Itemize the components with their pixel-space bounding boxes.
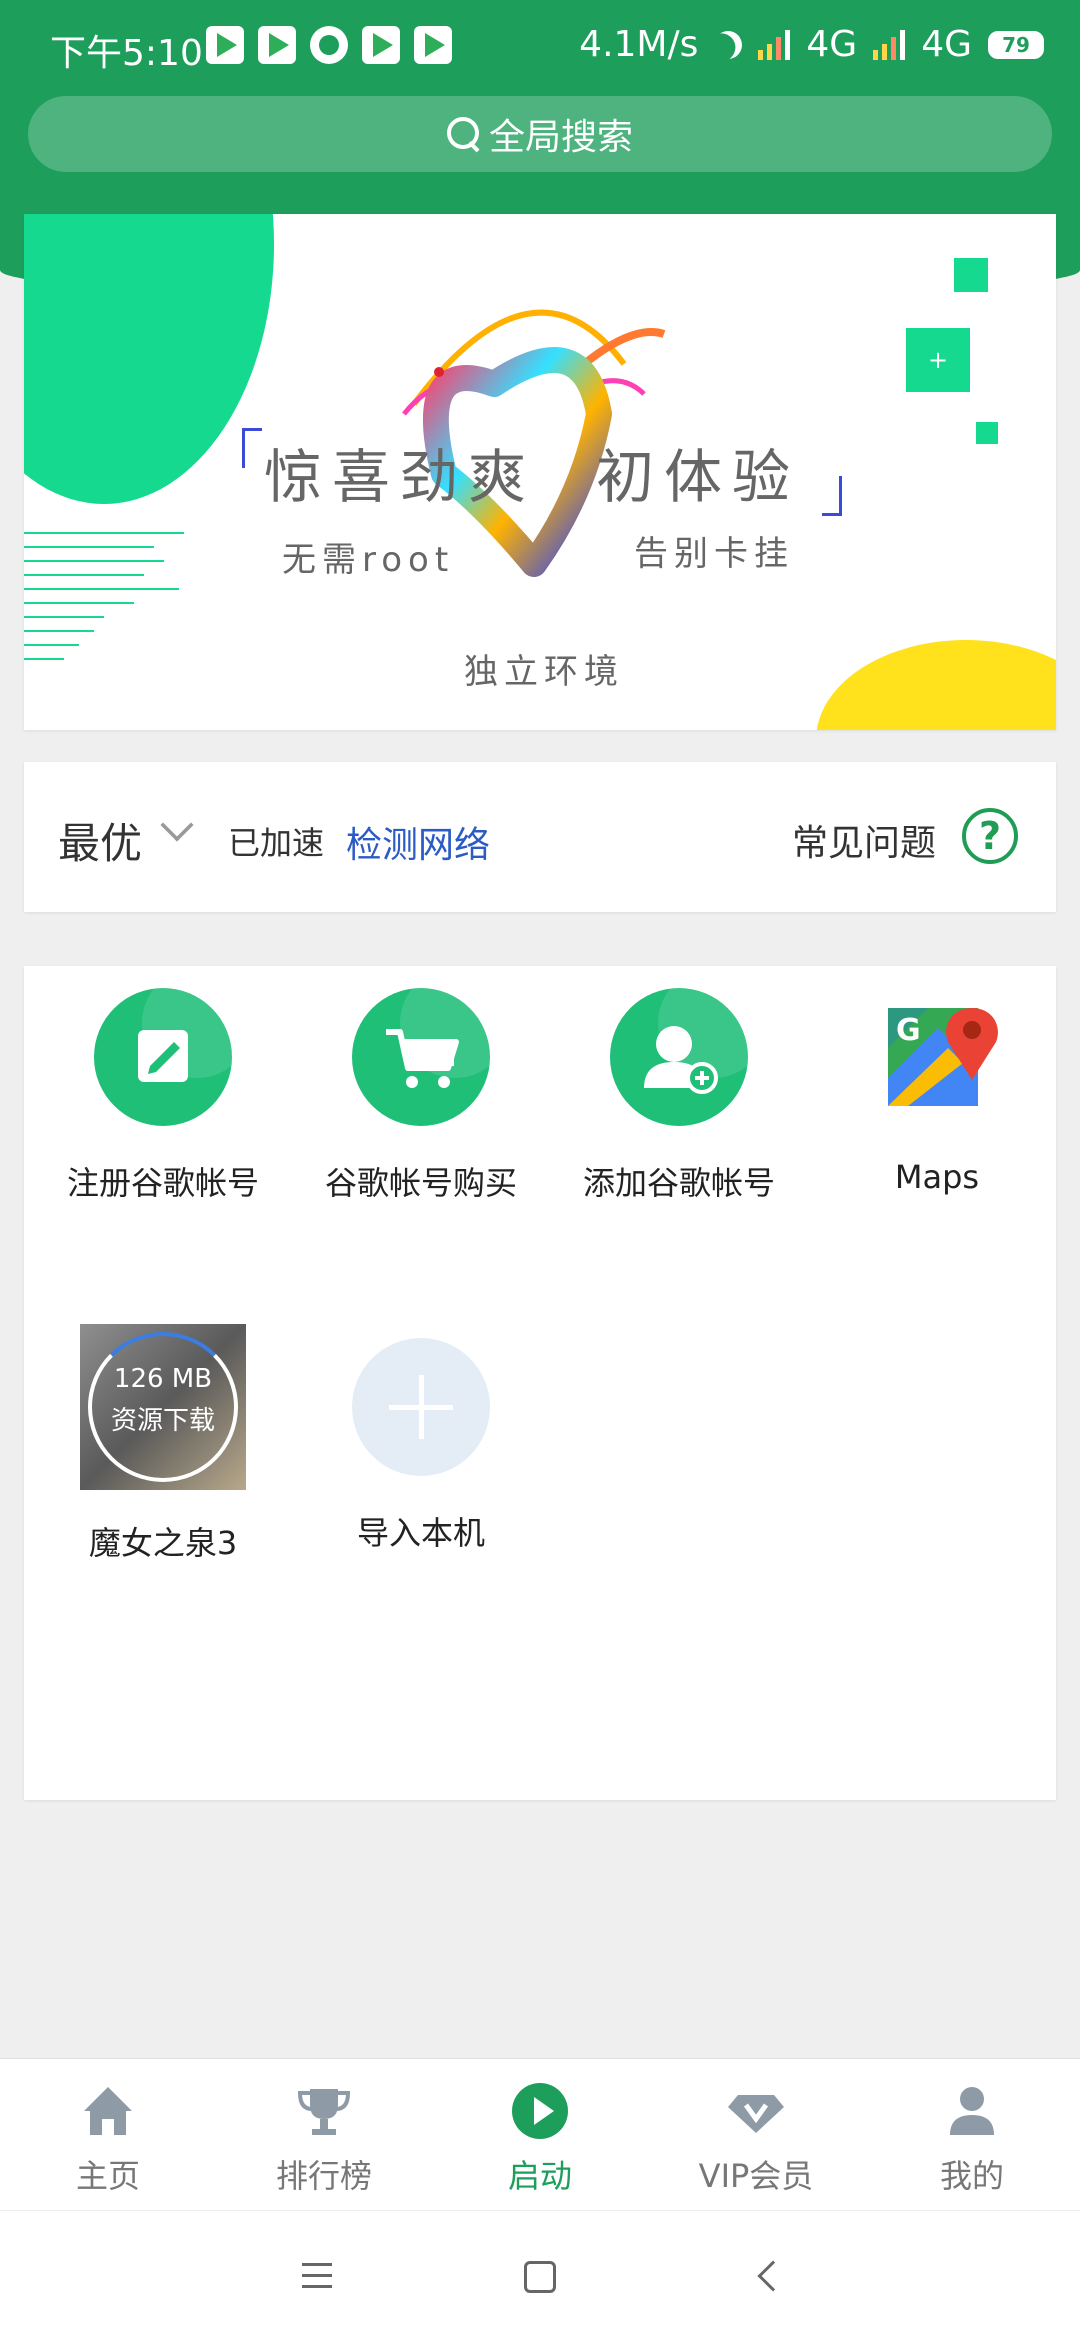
- app-add-google[interactable]: 添加谷歌帐号: [550, 988, 808, 1204]
- svg-text:G: G: [896, 1013, 921, 1048]
- play-store-icon: [258, 26, 296, 64]
- back-icon[interactable]: [757, 2260, 789, 2292]
- banner-decor-circle: [24, 214, 274, 504]
- app-maps[interactable]: G Maps: [808, 988, 1066, 1196]
- banner-headline-left: 惊喜劲爽: [264, 443, 537, 511]
- edit-icon: [94, 988, 232, 1126]
- tab-launch[interactable]: 启动: [432, 2059, 648, 2210]
- chevron-down-icon[interactable]: [160, 808, 194, 842]
- banner-bracket: [242, 428, 262, 468]
- notification-icons: [206, 26, 452, 64]
- accel-status: 已加速: [228, 824, 325, 862]
- tab-rank[interactable]: 排行榜: [216, 2059, 432, 2210]
- tab-mine[interactable]: 我的: [864, 2059, 1080, 2210]
- banner-decor-yellow: [816, 640, 1056, 730]
- banner-decor-lines: [24, 532, 184, 672]
- status-right: 4.1M/s 4G 4G 79: [579, 24, 1044, 65]
- app-label: 注册谷歌帐号: [66, 1164, 259, 1202]
- battery-icon: 79: [988, 30, 1044, 59]
- tab-home-label: 主页: [75, 2157, 140, 2195]
- play-icon: [512, 2083, 568, 2139]
- app-game-witch-spring[interactable]: 126 MB 资源下载 魔女之泉3: [34, 1324, 292, 1564]
- banner-sub-bottom: 独立环境: [464, 652, 624, 692]
- play-store-icon: [362, 26, 400, 64]
- banner-sub-right: 告别卡挂: [634, 534, 794, 574]
- import-local-button[interactable]: 导入本机: [292, 1338, 550, 1554]
- search-label: 全局搜索: [488, 117, 633, 158]
- network-status-card: 最优 已加速 检测网络 常见问题 ?: [24, 762, 1056, 912]
- network-type-1: 4G: [806, 24, 858, 65]
- tab-launch-label: 启动: [507, 2157, 572, 2195]
- system-nav-bar: [0, 2210, 1080, 2340]
- do-not-disturb-icon: [710, 27, 746, 63]
- banner-decor-square: +: [906, 328, 970, 392]
- game-thumbnail: 126 MB 资源下载: [80, 1324, 246, 1490]
- app-label: 导入本机: [356, 1514, 485, 1552]
- tab-vip[interactable]: VIP会员: [648, 2059, 864, 2210]
- app-label: Maps: [894, 1158, 980, 1196]
- apps-grid: 注册谷歌帐号 谷歌帐号购买 添加谷歌帐号 G Maps 126 MB 资源下载 …: [24, 966, 1056, 1800]
- detect-network-link[interactable]: 检测网络: [346, 816, 490, 868]
- banner-headline-right: 初体验: [596, 443, 801, 511]
- route-mode[interactable]: 最优: [58, 810, 142, 871]
- tab-rank-label: 排行榜: [275, 2157, 372, 2195]
- signal-icon: [758, 29, 791, 60]
- game-size: 126 MB: [113, 1364, 213, 1394]
- app-buy-google[interactable]: 谷歌帐号购买: [292, 988, 550, 1204]
- plus-icon: [352, 1338, 490, 1476]
- app-register-google[interactable]: 注册谷歌帐号: [34, 988, 292, 1204]
- global-search-bar[interactable]: 全局搜索: [28, 96, 1052, 172]
- faq-link[interactable]: 常见问题: [792, 814, 936, 866]
- banner-decor-square: [954, 258, 988, 292]
- user-icon: [950, 2087, 994, 2135]
- tab-home[interactable]: 主页: [0, 2059, 216, 2210]
- trophy-icon: [297, 2089, 351, 2135]
- app-label: 魔女之泉3: [88, 1524, 238, 1562]
- banner-sub-left: 无需root: [282, 540, 455, 580]
- app-label: 谷歌帐号购买: [324, 1164, 517, 1202]
- diamond-icon: [728, 2095, 784, 2133]
- help-icon[interactable]: ?: [962, 808, 1018, 864]
- tab-mine-label: 我的: [939, 2157, 1004, 2195]
- home-icon: [84, 2087, 132, 2135]
- app-label: 添加谷歌帐号: [582, 1164, 775, 1202]
- play-store-icon: [414, 26, 452, 64]
- cart-icon: [352, 988, 490, 1126]
- globe-icon: [310, 26, 348, 64]
- tab-vip-label: VIP会员: [698, 2157, 814, 2195]
- network-speed: 4.1M/s: [579, 24, 699, 65]
- bottom-nav: 主页 排行榜 启动 VIP会员 我的: [0, 2058, 1080, 2210]
- network-type-2: 4G: [921, 24, 972, 65]
- signal-icon: [873, 29, 906, 60]
- maps-icon: G: [888, 1008, 998, 1106]
- play-store-icon: [206, 26, 244, 64]
- search-icon: [446, 117, 481, 151]
- banner-decor-square: [976, 422, 998, 444]
- menu-icon[interactable]: [302, 2263, 332, 2296]
- status-bar: 下午5:10 4.1M/s 4G 4G 79: [0, 0, 1080, 96]
- banner-bracket: [822, 476, 842, 516]
- status-time: 下午5:10: [50, 33, 203, 74]
- home-square-icon[interactable]: [524, 2261, 556, 2293]
- add-user-icon: [610, 988, 748, 1126]
- game-download-status: 资源下载: [110, 1406, 215, 1436]
- promo-banner[interactable]: + 惊喜劲爽 初体验 无需root 告别卡挂 独立环境: [24, 214, 1056, 730]
